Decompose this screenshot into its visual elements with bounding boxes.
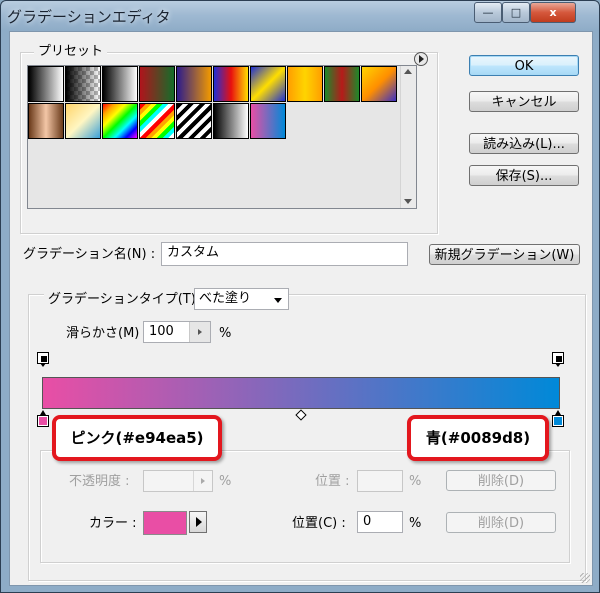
color-stop-left-swatch — [37, 415, 49, 427]
opacity-position-label: 位置 : — [315, 474, 350, 489]
preset-swatch[interactable] — [250, 103, 286, 139]
window-title: グラデーションエディタ — [7, 8, 171, 26]
preset-swatch[interactable] — [65, 66, 101, 102]
gradient-type-select[interactable]: べた塗り — [194, 288, 289, 310]
minimize-icon: — — [482, 6, 494, 19]
preset-swatches — [28, 66, 400, 208]
close-button[interactable]: x — [530, 2, 576, 23]
preset-swatch[interactable] — [139, 103, 175, 139]
gradient-name-label: グラデーション名(N) : — [23, 247, 156, 262]
close-icon: x — [549, 6, 557, 19]
callout-blue: 青(#0089d8) — [407, 415, 549, 461]
save-button[interactable]: 保存(S)... — [469, 165, 579, 186]
preset-scrollbar[interactable] — [400, 66, 416, 208]
circle-arrow-right-icon[interactable] — [414, 52, 428, 66]
color-position-percent: % — [409, 516, 422, 531]
gradient-type-label: グラデーションタイプ(T) : — [44, 292, 209, 308]
scroll-up-icon[interactable] — [404, 69, 412, 74]
opacity-position-input[interactable] — [357, 470, 403, 492]
preset-swatch[interactable] — [28, 103, 64, 139]
preset-swatch[interactable] — [361, 66, 397, 102]
color-menu-button[interactable] — [189, 511, 207, 533]
delete-color-stop-button[interactable]: 削除(D) — [446, 512, 556, 533]
color-position-label: 位置(C) : — [292, 516, 346, 531]
opacity-stop-left[interactable] — [37, 352, 49, 367]
preset-swatch[interactable] — [287, 66, 323, 102]
cancel-button[interactable]: キャンセル — [469, 91, 579, 112]
maximize-button[interactable]: □ — [502, 2, 530, 23]
preset-swatch[interactable] — [65, 103, 101, 139]
color-label: カラー : — [89, 516, 137, 531]
gradient-name-input[interactable]: カスタム — [161, 242, 408, 266]
delete-opacity-stop-button[interactable]: 削除(D) — [446, 470, 556, 491]
smoothness-percent: % — [219, 326, 232, 341]
load-button[interactable]: 読み込み(L)... — [469, 133, 579, 154]
preset-swatch[interactable] — [176, 66, 212, 102]
preset-swatch[interactable] — [324, 66, 360, 102]
arrow-right-icon — [198, 329, 202, 335]
resize-grip-icon[interactable] — [580, 573, 590, 583]
preset-swatch[interactable] — [102, 103, 138, 139]
color-stop-right-swatch — [552, 415, 564, 427]
opacity-stop-right[interactable] — [552, 352, 564, 367]
opacity-stepper[interactable] — [193, 471, 212, 491]
gradient-type-value: べた塗り — [199, 291, 252, 306]
color-swatch[interactable] — [143, 511, 187, 535]
preset-swatch[interactable] — [176, 103, 212, 139]
opacity-percent: % — [219, 474, 232, 489]
callout-pink: ピンク(#e94ea5) — [52, 415, 222, 461]
smoothness-stepper[interactable] — [189, 322, 210, 342]
opacity-label: 不透明度 : — [69, 474, 130, 489]
minimize-button[interactable]: — — [474, 2, 502, 23]
opacity-input[interactable] — [143, 470, 213, 492]
dialog-body: プリセット OK キャンセル 読み込み(L)... 保存(S)... グラデーシ… — [9, 31, 593, 586]
ok-button[interactable]: OK — [469, 55, 579, 76]
color-position-input[interactable]: 0 — [357, 511, 403, 533]
gradient-bar[interactable] — [42, 377, 560, 409]
gradient-editor-window: グラデーションエディタ — □ x プリセット OK キャンセル 読み込み(L)… — [0, 0, 600, 593]
preset-swatch[interactable] — [213, 103, 249, 139]
opacity-position-percent: % — [409, 474, 422, 489]
new-gradient-button[interactable]: 新規グラデーション(W) — [429, 244, 580, 265]
preset-swatch[interactable] — [28, 66, 64, 102]
smoothness-input[interactable]: 100 — [143, 321, 211, 343]
scroll-down-icon[interactable] — [404, 199, 412, 204]
smoothness-label: 滑らかさ(M) : — [66, 326, 148, 341]
preset-swatch[interactable] — [250, 66, 286, 102]
preset-swatch[interactable] — [102, 66, 138, 102]
title-bar[interactable]: グラデーションエディタ — □ x — [1, 1, 599, 31]
smoothness-value: 100 — [149, 324, 174, 339]
presets-label: プリセット — [34, 44, 108, 60]
preset-swatch[interactable] — [139, 66, 175, 102]
stops-group — [40, 450, 570, 563]
chevron-down-icon — [274, 298, 282, 303]
preset-swatch[interactable] — [213, 66, 249, 102]
play-arrow-icon — [196, 517, 202, 527]
preset-list[interactable] — [27, 65, 417, 209]
arrow-right-icon — [201, 478, 205, 484]
maximize-icon: □ — [510, 6, 522, 19]
